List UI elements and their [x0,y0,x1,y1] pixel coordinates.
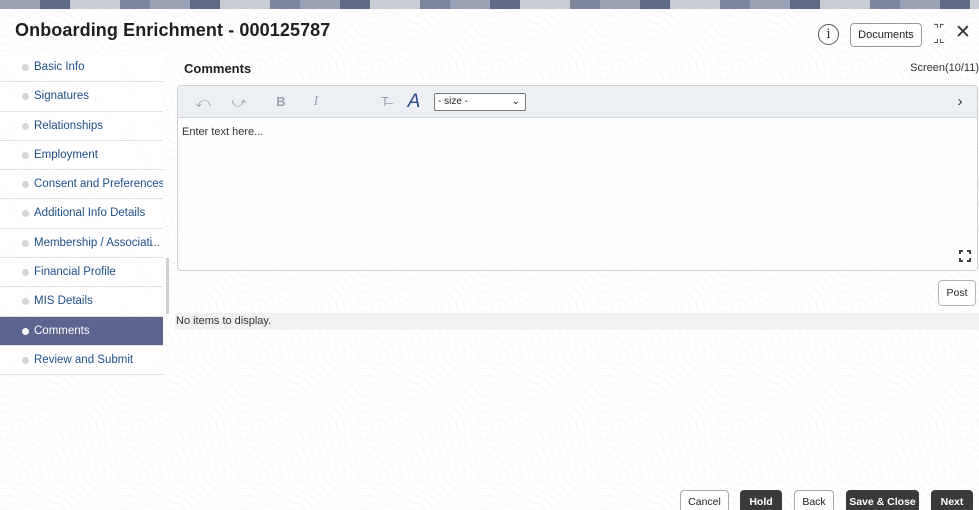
save-close-button[interactable]: Save & Close [846,490,919,510]
italic-icon[interactable]: I [309,92,323,112]
comment-editor[interactable]: ⤺ ⤻ B I T̶ A - size - ⌄ › Enter text her… [177,85,978,271]
undo-icon[interactable]: ⤺ [194,92,212,112]
step-dot-icon [22,151,29,159]
sidebar-item-employment[interactable]: Employment [0,140,163,171]
sidebar-scrollbar[interactable] [166,258,169,314]
step-dot-icon [22,64,29,71]
sidebar-item-label: Signatures [34,90,89,103]
back-button[interactable]: Back [794,490,834,510]
font-size-select[interactable]: - size - ⌄ [434,93,526,111]
sidebar-item-label: Consent and Preferences [34,178,163,191]
empty-comments-message: No items to display. [175,313,979,330]
expand-icon[interactable] [958,249,972,263]
page-title: Onboarding Enrichment - 000125787 [15,20,331,40]
sidebar-item-comments[interactable]: Comments [0,316,163,346]
step-dot-icon [22,122,29,130]
editor-placeholder[interactable]: Enter text here... [182,126,263,138]
step-dot-icon [22,327,29,335]
sidebar-item-financial-profile[interactable]: Financial Profile [0,258,163,288]
cancel-button[interactable]: Cancel [680,490,729,510]
step-dot-icon [22,239,29,247]
window-header: Onboarding Enrichment - 000125787 i Docu… [0,9,979,53]
chevron-right-icon[interactable]: › [953,92,967,112]
sidebar-nav: Basic Info Signatures Relationships Empl… [0,53,163,510]
sidebar-item-label: Employment [34,148,98,161]
hold-button[interactable]: Hold [740,490,782,510]
sidebar-item-signatures[interactable]: Signatures [0,82,163,112]
font-size-value: - size - [438,96,468,107]
sidebar-item-label: Comments [34,324,90,337]
sidebar-item-label: Review and Submit [34,353,134,366]
step-dot-icon [22,93,29,101]
step-dot-icon [22,181,29,189]
minimize-icon[interactable]: ⌝⌜ ⌟⌞ [931,23,947,44]
redo-icon[interactable]: ⤻ [230,92,248,112]
step-dot-icon [22,210,29,218]
post-button[interactable]: Post [938,280,976,306]
documents-button[interactable]: Documents [850,23,922,47]
top-banner-stripe [0,0,979,9]
sidebar-item-additional-info[interactable]: Additional Info Details [0,199,163,229]
sidebar-item-label: Basic Info [34,61,85,73]
sidebar-item-membership[interactable]: Membership / Associati... [0,228,163,259]
sidebar-item-review-submit[interactable]: Review and Submit [0,345,163,376]
close-icon[interactable]: ✕ [955,23,971,43]
sidebar-item-label: Additional Info Details [34,207,146,220]
bold-icon[interactable]: B [274,92,288,112]
editor-toolbar: ⤺ ⤻ B I T̶ A - size - ⌄ › [178,86,977,118]
chevron-down-icon: ⌄ [511,96,520,107]
sidebar-item-mis-details[interactable]: MIS Details [0,287,163,317]
sidebar-item-label: MIS Details [34,295,93,308]
clear-format-icon[interactable]: T̶ [378,92,392,112]
ellipsis-indicator: ... [150,236,160,249]
step-dot-icon [22,269,29,277]
sidebar-item-consent[interactable]: Consent and Preferences [0,170,163,200]
step-dot-icon [22,356,29,364]
screen-counter: Screen(10/11) [910,62,979,74]
sidebar-item-label: Relationships [34,119,104,132]
next-button[interactable]: Next [931,490,973,510]
sidebar-item-relationships[interactable]: Relationships [0,111,163,141]
sidebar-item-label: Financial Profile [34,266,116,279]
info-icon[interactable]: i [818,24,839,45]
sidebar-item-label: Membership / Associati [34,236,153,249]
sidebar-item-basic-info[interactable]: Basic Info [0,53,163,83]
step-dot-icon [22,298,29,306]
font-icon[interactable]: A [405,92,423,112]
section-title: Comments [184,61,252,76]
